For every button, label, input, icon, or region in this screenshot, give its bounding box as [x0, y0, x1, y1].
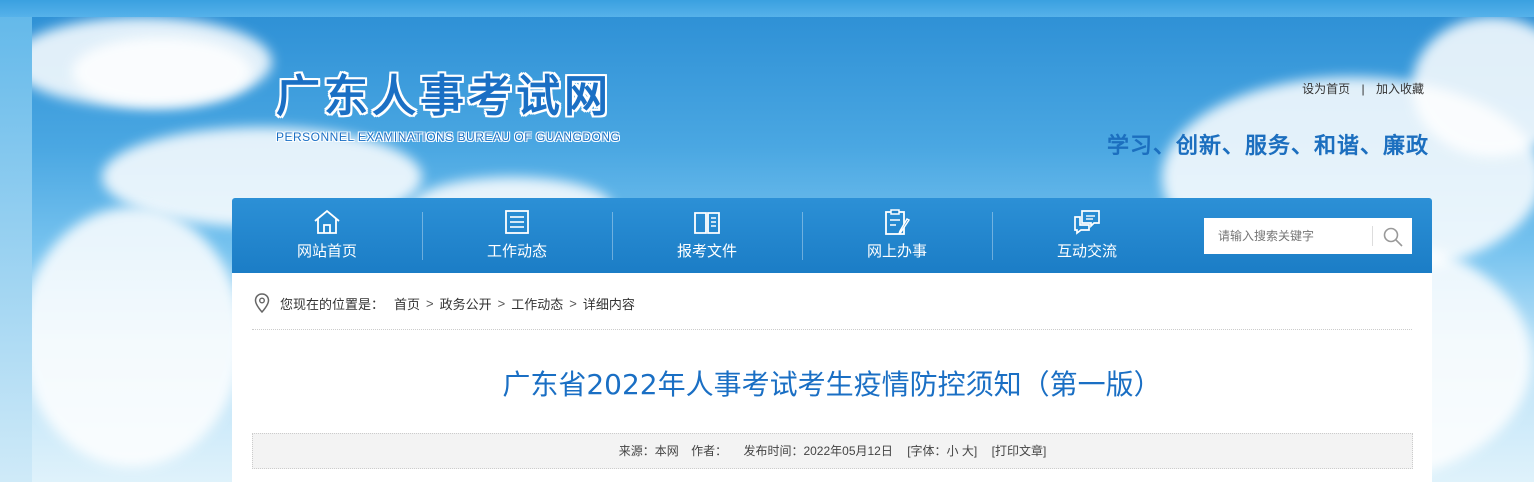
top-links: 设为首页 | 加入收藏 [1302, 80, 1424, 97]
article-meta: 来源：本网 作者： 发布时间：2022年05月12日 [字体：小 大] [打印文… [252, 433, 1413, 469]
set-home-link[interactable]: 设为首页 [1302, 82, 1350, 96]
breadcrumb: 您现在的位置是： 首页 > 政务公开 > 工作动态 > 详细内容 [254, 293, 635, 313]
breadcrumb-separator: > [426, 295, 434, 311]
home-icon [314, 209, 340, 234]
source-label: 来源： [618, 444, 655, 458]
clipboard-pen-icon [885, 209, 911, 235]
search-divider [1372, 226, 1373, 246]
search-box [1204, 218, 1412, 254]
date-label: 发布时间： [743, 444, 804, 458]
font-small-link[interactable]: 小 [947, 444, 959, 458]
breadcrumb-separator: > [569, 295, 577, 311]
nav-item-label: 报考文件 [676, 242, 737, 260]
breadcrumb-prefix: 您现在的位置是： [280, 296, 385, 312]
nav-item-exam-files[interactable]: 报考文件 [612, 198, 802, 273]
nav-item-interaction[interactable]: 互动交流 [992, 198, 1182, 273]
document-list-icon [505, 210, 529, 234]
breadcrumb-item-details[interactable]: 详细内容 [583, 294, 635, 313]
site-logo[interactable]: 广东人事考试网 PERSONNEL EXAMINATIONS BUREAU OF… [276, 70, 620, 144]
main-content: 您现在的位置是： 首页 > 政务公开 > 工作动态 > 详细内容 广东省2022… [232, 273, 1432, 482]
breadcrumb-item-work-news[interactable]: 工作动态 [511, 294, 563, 313]
background-left [0, 17, 32, 482]
top-strip [0, 0, 1534, 17]
date-value: 2022年05月12日 [803, 444, 893, 458]
source-value: 本网 [654, 444, 679, 458]
breadcrumb-item-public-affairs[interactable]: 政务公开 [440, 294, 492, 313]
cloud [32, 207, 242, 467]
chat-bubbles-icon [1074, 210, 1100, 235]
nav-item-label: 互动交流 [1056, 242, 1117, 260]
link-separator: | [1361, 82, 1365, 96]
breadcrumb-separator: > [497, 295, 506, 311]
nav-item-label: 网站首页 [296, 242, 357, 260]
site-title-cn: 广东人事考试网 [276, 71, 612, 122]
site-slogan: 学习、创新、服务、和谐、廉政 [1106, 134, 1429, 159]
search-input[interactable] [1204, 218, 1364, 254]
font-size-close: ] [973, 444, 978, 458]
cloud [72, 37, 252, 107]
nav-item-label: 工作动态 [486, 242, 547, 260]
open-book-icon [694, 212, 720, 234]
nav-item-label: 网上办事 [866, 242, 927, 260]
nav-item-online-services[interactable]: 网上办事 [802, 198, 992, 273]
main-nav: 网站首页 工作动态 报考文件 网上办事 互动交流 请输入搜索关键字 [232, 198, 1432, 273]
author-label: 作者： [691, 444, 728, 458]
site-title-en: PERSONNEL EXAMINATIONS BUREAU OF GUANGDO… [276, 130, 621, 144]
add-favorite-link[interactable]: 加入收藏 [1376, 82, 1424, 96]
divider [252, 329, 1412, 330]
breadcrumb-item-home[interactable]: 首页 [394, 294, 420, 313]
nav-item-work-news[interactable]: 工作动态 [422, 198, 612, 273]
print-article-link[interactable]: [打印文章] [992, 444, 1047, 458]
search-icon[interactable] [1382, 226, 1404, 248]
article-title: 广东省2022年人事考试考生疫情防控须知（第一版） [502, 368, 1162, 401]
font-large-link[interactable]: 大 [962, 444, 974, 458]
location-pin-icon [254, 293, 270, 313]
font-size-label: [字体： [907, 444, 947, 458]
nav-item-home[interactable]: 网站首页 [232, 198, 422, 273]
